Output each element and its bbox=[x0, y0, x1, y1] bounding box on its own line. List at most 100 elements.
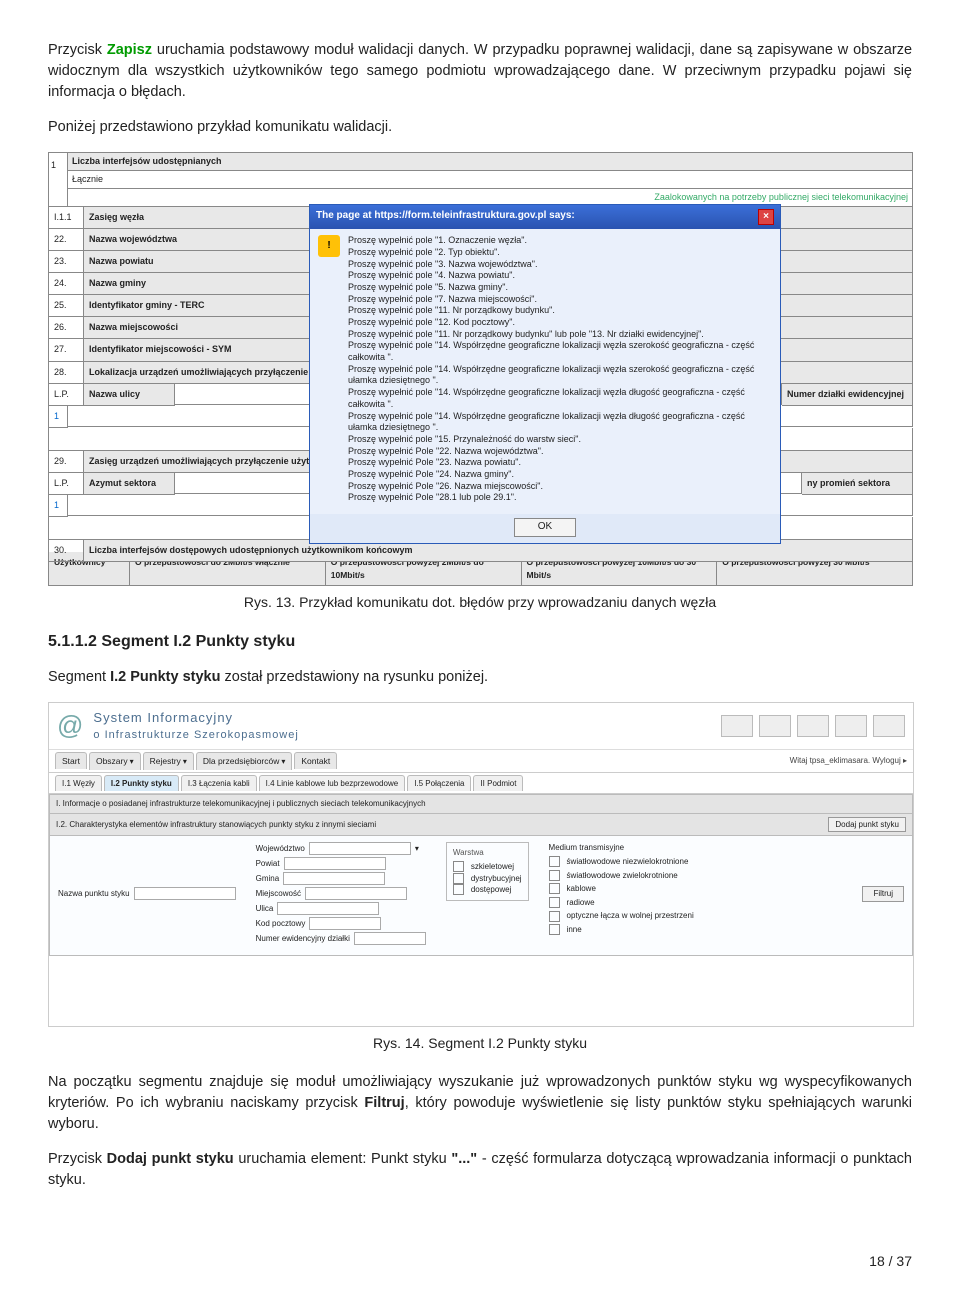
tab-rejestry[interactable]: Rejestry▾ bbox=[143, 752, 194, 770]
figure-13-caption: Rys. 13. Przykład komunikatu dot. błędów… bbox=[48, 592, 912, 612]
chevron-down-icon[interactable]: ▾ bbox=[415, 843, 419, 855]
row-26-num: 26. bbox=[49, 317, 84, 339]
label-woj: Województwo bbox=[256, 843, 305, 855]
logo-icon bbox=[835, 715, 867, 737]
subtab-i2[interactable]: I.2 Punkty styku bbox=[104, 775, 179, 792]
checkbox[interactable] bbox=[549, 856, 560, 867]
subtab-ii[interactable]: II Podmiot bbox=[473, 775, 523, 792]
label-m6: inne bbox=[567, 924, 582, 936]
intro-paragraph-1: Przycisk Zapisz uruchamia podstawowy mod… bbox=[48, 40, 912, 103]
top-row-num: 1 bbox=[49, 152, 68, 207]
chevron-down-icon: ▾ bbox=[183, 757, 187, 766]
nazwa-input[interactable] bbox=[134, 887, 236, 900]
label-m5: optyczne łącza w wolnej przestrzeni bbox=[567, 910, 694, 922]
tab-dla-przedsiebiorcow[interactable]: Dla przedsiębiorców▾ bbox=[196, 752, 293, 770]
row-lp-num: L.P. bbox=[49, 384, 84, 406]
grey-bar-2: I.2. Charakterystyka elementów infrastru… bbox=[56, 819, 376, 831]
checkbox[interactable] bbox=[453, 884, 464, 895]
label-m1: światłowodowe niezwielokrotnione bbox=[567, 856, 689, 868]
row-27-num: 27. bbox=[49, 339, 84, 361]
checkbox[interactable] bbox=[549, 924, 560, 935]
woj-input[interactable] bbox=[309, 842, 411, 855]
warstwa-legend: Warstwa bbox=[453, 847, 522, 859]
subtab-i1[interactable]: I.1 Węzły bbox=[55, 775, 102, 792]
validation-dialog: The page at https://form.teleinfrastrukt… bbox=[309, 204, 781, 543]
label-nazwa: Nazwa punktu styku bbox=[58, 888, 130, 900]
label-w3: dostępowej bbox=[471, 884, 511, 896]
row-23-num: 23. bbox=[49, 251, 84, 273]
row-25-num: 25. bbox=[49, 295, 84, 317]
tab-kontakt[interactable]: Kontakt bbox=[294, 752, 337, 769]
row-lp1-num: 1 bbox=[49, 406, 68, 428]
mie-input[interactable] bbox=[305, 887, 407, 900]
close-icon[interactable]: × bbox=[758, 209, 774, 225]
filtruj-button[interactable]: Filtruj bbox=[862, 886, 904, 902]
label-pow: Powiat bbox=[256, 858, 280, 870]
label-ned: Numer ewidencyjny działki bbox=[256, 933, 350, 945]
filter-panel: Nazwa punktu styku Województwo ▾ Powiat G… bbox=[49, 836, 913, 956]
label-w2: dystrybucyjnej bbox=[471, 873, 522, 885]
dodaj-punkt-button[interactable]: Dodaj punkt styku bbox=[828, 817, 906, 833]
subtab-i3[interactable]: I.3 Łączenia kabli bbox=[181, 775, 257, 792]
subtab-i5[interactable]: I.5 Połączenia bbox=[407, 775, 471, 792]
label-gmi: Gmina bbox=[256, 873, 280, 885]
label-m3: kablowe bbox=[567, 883, 596, 895]
checkbox[interactable] bbox=[549, 911, 560, 922]
label-w1: szkieletowej bbox=[471, 861, 514, 873]
user-greeting[interactable]: Witaj tpsa_eklimasara. Wyloguj ▸ bbox=[790, 755, 907, 767]
system-title-2: o Infrastrukturze Szerokopasmowej bbox=[93, 728, 721, 744]
uli-input[interactable] bbox=[277, 902, 379, 915]
kod-input[interactable] bbox=[309, 917, 381, 930]
tab-start[interactable]: Start bbox=[55, 752, 87, 769]
row-lp21-num: 1 bbox=[49, 495, 68, 517]
dialog-lines: Proszę wypełnić pole "1. Oznaczenie węzł… bbox=[348, 235, 772, 504]
figure-13: 1 Liczba interfejsów udostępnianych Łącz… bbox=[48, 152, 912, 586]
row-28-num: 28. bbox=[49, 362, 84, 384]
dialog-title: The page at https://form.teleinfrastrukt… bbox=[316, 209, 575, 225]
medium-legend: Medium transmisyjne bbox=[549, 842, 843, 854]
ned-input[interactable] bbox=[354, 932, 426, 945]
label-uli: Ulica bbox=[256, 903, 274, 915]
label-m4: radiowe bbox=[567, 897, 595, 909]
logo-icon bbox=[759, 715, 791, 737]
chevron-down-icon: ▾ bbox=[281, 757, 285, 766]
intro-paragraph-2: Poniżej przedstawiono przykład komunikat… bbox=[48, 117, 912, 138]
page-number: 18 / 37 bbox=[48, 1251, 912, 1271]
row-lp2-num: L.P. bbox=[49, 473, 84, 495]
top-row-label: Liczba interfejsów udostępnianych bbox=[68, 152, 913, 171]
logo-icon bbox=[873, 715, 905, 737]
at-icon: @ bbox=[57, 707, 83, 745]
row-24-num: 24. bbox=[49, 273, 84, 295]
label-kod: Kod pocztowy bbox=[256, 918, 306, 930]
checkbox[interactable] bbox=[453, 873, 464, 884]
outro-paragraph-1: Na początku segmentu znajduje się moduł … bbox=[48, 1072, 912, 1135]
checkbox[interactable] bbox=[549, 883, 560, 894]
logo-strip bbox=[721, 715, 905, 737]
row-29-num: 29. bbox=[49, 451, 84, 473]
row-lp-right: Numer działki ewidencyjnej bbox=[782, 384, 913, 406]
warning-icon: ! bbox=[318, 235, 340, 257]
section-heading: 5.1.1.2 Segment I.2 Punkty styku bbox=[48, 630, 912, 653]
logo-icon bbox=[797, 715, 829, 737]
row-i11-num: I.1.1 bbox=[49, 207, 84, 229]
row-lp-lbl: Nazwa ulicy bbox=[84, 384, 175, 406]
figure-14: @ System Informacyjny o Infrastrukturze … bbox=[48, 702, 912, 1027]
row-30-num: 30. bbox=[49, 540, 84, 562]
section-paragraph: Segment I.2 Punkty styku został przedsta… bbox=[48, 667, 912, 688]
pow-input[interactable] bbox=[284, 857, 386, 870]
label-mie: Miejscowość bbox=[256, 888, 301, 900]
figure-14-caption: Rys. 14. Segment I.2 Punkty styku bbox=[48, 1033, 912, 1053]
tab-obszary[interactable]: Obszary▾ bbox=[89, 752, 141, 770]
checkbox[interactable] bbox=[549, 870, 560, 881]
checkbox[interactable] bbox=[549, 897, 560, 908]
checkbox[interactable] bbox=[453, 861, 464, 872]
ok-button[interactable]: OK bbox=[514, 518, 576, 537]
subtab-i4[interactable]: I.4 Linie kablowe lub bezprzewodowe bbox=[259, 775, 406, 792]
gmi-input[interactable] bbox=[283, 872, 385, 885]
chevron-down-icon: ▾ bbox=[130, 757, 134, 766]
outro-paragraph-2: Przycisk Dodaj punkt styku uruchamia ele… bbox=[48, 1149, 912, 1191]
row-lp2-right: ny promień sektora bbox=[802, 473, 913, 495]
row-lp2-lbl: Azymut sektora bbox=[84, 473, 175, 495]
lacznie-label: Łącznie bbox=[68, 171, 913, 189]
label-m2: światłowodowe zwielokrotnione bbox=[567, 870, 678, 882]
